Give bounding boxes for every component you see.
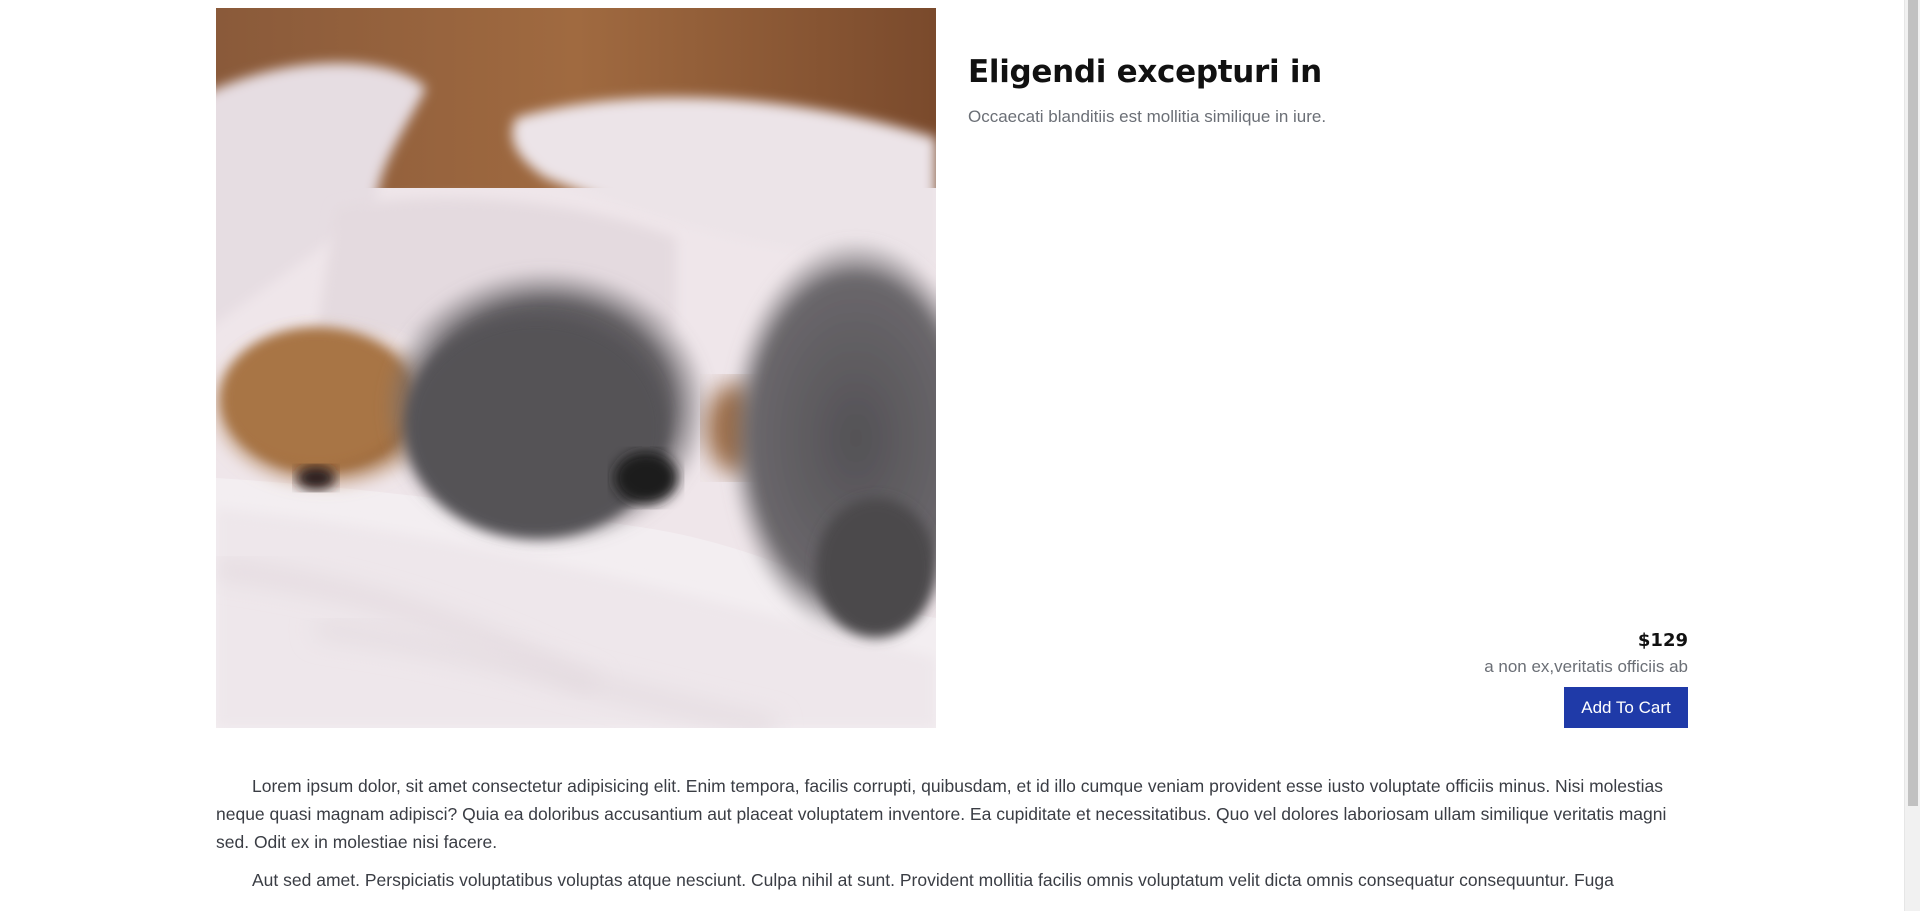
product-subtitle: Occaecati blanditiis est mollitia simili… (968, 107, 1327, 126)
product-price: $129 (1637, 630, 1688, 651)
purchase-box: $129 a non ex,veritatis officiis ab Add … (1484, 630, 1688, 728)
product-image (216, 8, 936, 728)
add-to-cart-button[interactable]: Add To Cart (1564, 687, 1688, 728)
product-page: Eligendi excepturi in Occaecati blanditi… (0, 0, 1904, 911)
price-note: a non ex,veritatis officiis ab (1484, 657, 1688, 676)
description-paragraph: Lorem ipsum dolor, sit amet consectetur … (216, 776, 1667, 852)
dogs-sleeping-photo (216, 8, 936, 728)
description-paragraph: Aut sed amet. Perspiciatis voluptatibus … (252, 870, 1614, 890)
scrollbar-thumb[interactable] (1908, 0, 1918, 806)
product-info: Eligendi excepturi in Occaecati blanditi… (936, 8, 1688, 728)
product-container: Eligendi excepturi in Occaecati blanditi… (216, 8, 1688, 904)
product-title: Eligendi excepturi in (968, 54, 1322, 90)
product-description: Lorem ipsum dolor, sit amet consectetur … (216, 772, 1688, 894)
product-section: Eligendi excepturi in Occaecati blanditi… (216, 8, 1688, 728)
vertical-scrollbar[interactable] (1904, 0, 1920, 911)
